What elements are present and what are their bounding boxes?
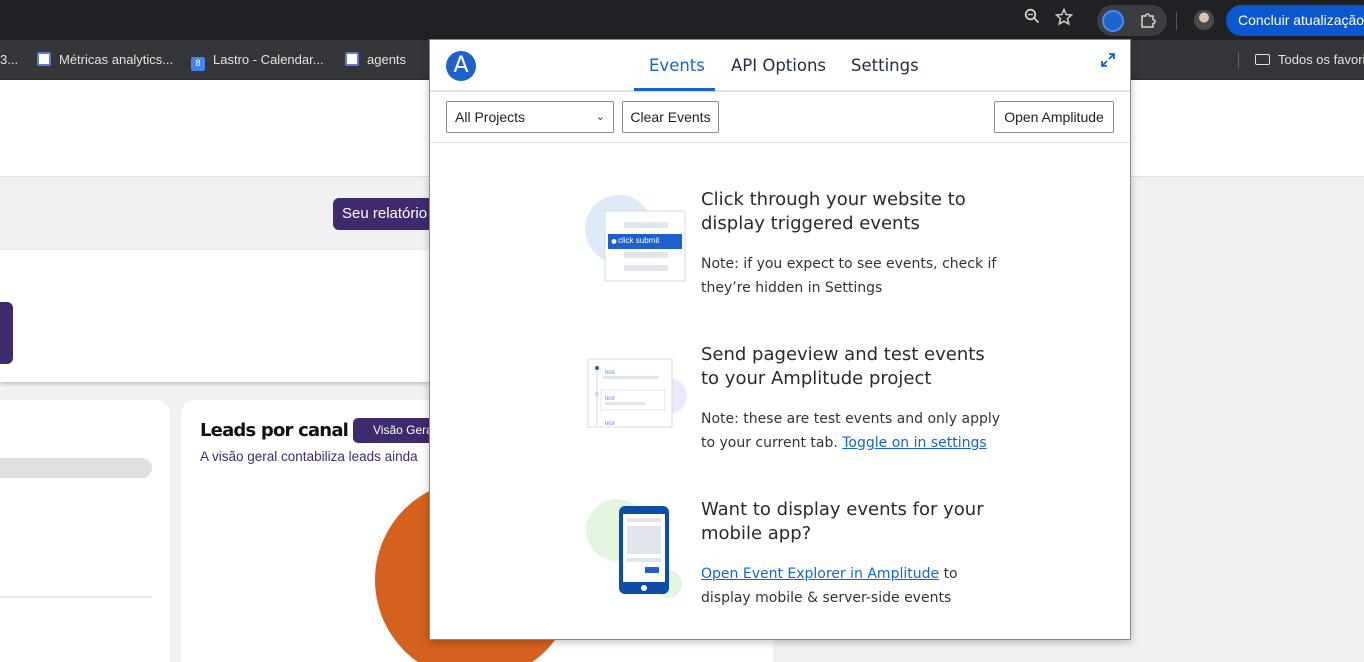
leads-title: Leads por canal — [200, 420, 349, 441]
test-events-illustration — [585, 356, 689, 437]
tab-events[interactable]: Events — [649, 56, 705, 75]
bookmark-item[interactable]: Métricas analytics... — [37, 52, 173, 68]
expand-icon[interactable] — [1100, 52, 1116, 68]
bookmark-item[interactable]: agents — [345, 52, 406, 68]
bookmarks-folder-label: Todos os favoritos — [1278, 52, 1364, 67]
clear-events-button[interactable]: Clear Events — [622, 101, 719, 133]
bookmarks-divider — [1238, 52, 1239, 69]
zoom-icon[interactable] — [1020, 8, 1044, 32]
section3-note-line1: Open Event Explorer in Amplitude to — [701, 562, 958, 586]
section3-note-line2: display mobile & server-side events — [701, 590, 952, 606]
chevron-down-icon: ⌄ — [595, 111, 605, 123]
project-select[interactable]: All Projects ⌄ — [446, 101, 614, 133]
section2-title-line1: Send pageview and test events — [701, 344, 985, 365]
side-tab[interactable] — [0, 302, 13, 364]
metrics-favicon-icon — [37, 52, 51, 66]
browser-toolbar: Concluir atualização — [0, 0, 1364, 40]
section1-title-line1: Click through your website to — [701, 189, 966, 210]
click-submit-label: click submit — [618, 236, 660, 245]
bookmark-label: Métricas analytics... — [59, 52, 174, 67]
summary-card — [0, 250, 440, 382]
section1-note-line1: Note: if you expect to see events, check… — [701, 256, 997, 272]
extensions-puzzle-icon[interactable] — [1139, 11, 1157, 34]
section2-note-prefix: to your current tab. — [701, 435, 838, 451]
divider-line — [0, 596, 152, 598]
active-tab-indicator — [634, 88, 715, 91]
bookmark-label: 3... — [0, 52, 19, 67]
bookmark-item[interactable]: 3... — [0, 52, 18, 68]
bookmarks-folder[interactable]: Todos os favoritos — [1255, 52, 1364, 68]
amplitude-popup: A Events API Options Settings All Projec… — [429, 39, 1131, 640]
tab-api-options[interactable]: API Options — [731, 56, 826, 75]
bookmark-star-icon[interactable] — [1052, 7, 1076, 32]
open-event-explorer-link[interactable]: Open Event Explorer in Amplitude — [701, 566, 939, 582]
test-label: test — [605, 421, 615, 427]
amplitude-extension-icon[interactable] — [1102, 10, 1124, 32]
popup-header: A Events API Options Settings — [430, 40, 1130, 92]
section1-title-line2: display triggered events — [701, 213, 920, 234]
agents-favicon-icon — [345, 52, 359, 66]
left-card — [0, 400, 170, 662]
toggle-settings-link[interactable]: Toggle on in settings — [842, 435, 986, 451]
section2-note-line2: to your current tab. Toggle on in settin… — [701, 431, 987, 455]
calendar-favicon-icon: 8 — [191, 57, 205, 71]
bookmark-label: agents — [367, 52, 407, 67]
report-button[interactable]: Seu relatório — [333, 198, 443, 230]
section1-note-line2: they’re hidden in Settings — [701, 280, 883, 296]
section3-title-line1: Want to display events for your — [701, 499, 984, 520]
popup-toolbar: All Projects ⌄ Clear Events Open Amplitu… — [430, 92, 1130, 143]
profile-avatar[interactable] — [1194, 10, 1214, 30]
bookmark-label: Lastro - Calendar... — [213, 52, 324, 67]
section2-note-line1: Note: these are test events and only app… — [701, 411, 1001, 427]
tab-settings[interactable]: Settings — [851, 56, 919, 75]
folder-icon — [1255, 54, 1270, 65]
project-select-value: All Projects — [455, 109, 526, 125]
mobile-app-illustration — [585, 496, 689, 605]
section2-title-line2: to your Amplitude project — [701, 368, 932, 389]
toolbar-divider — [1176, 12, 1177, 30]
leads-subtitle: A visão geral contabiliza leads ainda — [200, 449, 418, 464]
loading-bar — [0, 458, 152, 478]
test-label: test — [605, 396, 615, 402]
open-amplitude-button[interactable]: Open Amplitude — [994, 101, 1114, 133]
update-button[interactable]: Concluir atualização — [1226, 5, 1364, 36]
amplitude-logo-icon: A — [446, 51, 476, 81]
extension-group — [1097, 5, 1167, 36]
section3-note-suffix: to — [943, 566, 958, 582]
test-label: test — [605, 370, 615, 376]
bookmark-item[interactable]: 8 Lastro - Calendar... — [191, 52, 324, 71]
section3-title-line2: mobile app? — [701, 523, 812, 544]
